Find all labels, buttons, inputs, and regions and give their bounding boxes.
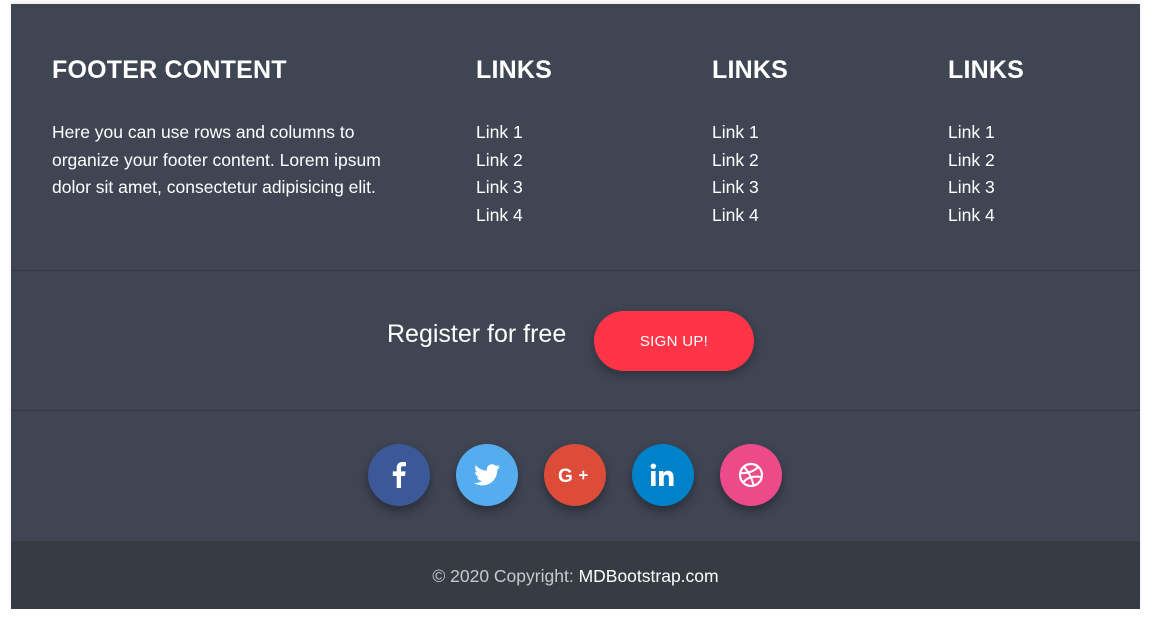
dribbble-button[interactable] [720, 444, 782, 506]
links-list: Link 1 Link 2 Link 3 Link 4 [476, 119, 523, 229]
links-list: Link 1 Link 2 Link 3 Link 4 [948, 119, 995, 229]
footer-content-title: FOOTER CONTENT [52, 56, 287, 84]
footer-link[interactable]: Link 2 [712, 150, 759, 170]
google-plus-button[interactable]: G [544, 444, 606, 506]
links-title: LINKS [948, 56, 1024, 84]
social-buttons: G [11, 410, 1140, 541]
facebook-button[interactable] [368, 444, 430, 506]
footer-content-text: Here you can use rows and columns to org… [52, 122, 381, 197]
footer-link[interactable]: Link 3 [476, 177, 523, 197]
linkedin-icon [650, 463, 674, 486]
footer-link[interactable]: Link 4 [712, 205, 759, 225]
footer-link[interactable]: Link 2 [476, 150, 523, 170]
svg-text:G: G [558, 466, 573, 485]
copyright-bar: © 2020 Copyright: MDBootstrap.com [11, 541, 1140, 609]
facebook-icon [392, 462, 406, 488]
footer-link[interactable]: Link 1 [712, 122, 759, 142]
twitter-icon [474, 464, 500, 486]
page-footer: FOOTER CONTENT Here you can use rows and… [11, 4, 1140, 609]
footer-link[interactable]: Link 2 [948, 150, 995, 170]
footer-link[interactable]: Link 1 [476, 122, 523, 142]
links-title: LINKS [476, 56, 552, 84]
register-section: Register for free SIGN UP! [11, 270, 1140, 410]
copyright-text: © 2020 Copyright: MDBootstrap.com [11, 566, 1140, 587]
footer-link[interactable]: Link 3 [948, 177, 995, 197]
sign-up-button[interactable]: SIGN UP! [594, 311, 754, 371]
linkedin-button[interactable] [632, 444, 694, 506]
twitter-button[interactable] [456, 444, 518, 506]
footer-link[interactable]: Link 3 [712, 177, 759, 197]
footer-link[interactable]: Link 4 [476, 205, 523, 225]
dribbble-icon [738, 462, 764, 488]
google-plus-icon: G [558, 466, 588, 485]
links-list: Link 1 Link 2 Link 3 Link 4 [712, 119, 759, 229]
footer-link[interactable]: Link 4 [948, 205, 995, 225]
footer-link[interactable]: Link 1 [948, 122, 995, 142]
copyright-prefix: © 2020 Copyright: [432, 566, 574, 586]
links-title: LINKS [712, 56, 788, 84]
register-label: Register for free [387, 320, 567, 348]
footer-columns: FOOTER CONTENT Here you can use rows and… [11, 4, 1140, 270]
copyright-link[interactable]: MDBootstrap.com [579, 566, 719, 586]
